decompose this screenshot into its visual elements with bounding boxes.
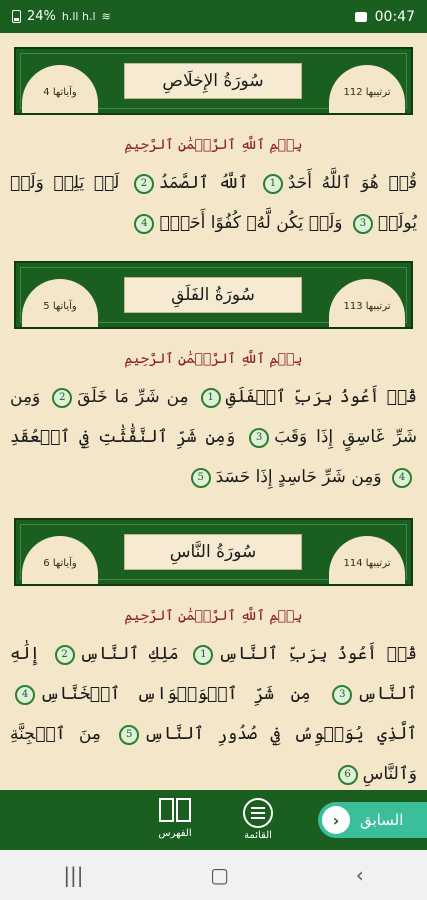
battery-icon: [12, 10, 21, 23]
sura-header-ikhlas: وآياتها 4 سُورَةُ الإِخلَاصِ ترتيبها 112: [14, 47, 413, 115]
sura-title: سُورَةُ النَّاسِ: [124, 534, 302, 570]
verse-text: ٱلَّذِي يُوَسۡوِسُ فِي صُدُورِ ٱلنَّاسِ: [144, 724, 417, 744]
verse-text: ٱللَّهُ ٱلصَّمَدُ: [158, 173, 249, 193]
back-icon[interactable]: ‹: [356, 863, 364, 887]
verse-text: وَلَمۡ يَكُن لَّهُۥ كُفُوًا أَحَدُۢ: [159, 213, 343, 233]
status-bar: 24% h.ll h.l ≋ 00:47: [0, 0, 427, 33]
sura-content[interactable]: وآياتها 4 سُورَةُ الإِخلَاصِ ترتيبها 112…: [0, 33, 427, 790]
list-button[interactable]: القائمة: [228, 798, 288, 841]
ayah-number-icon: 1: [262, 173, 283, 194]
verse-text: وَمِن شَرِّ ٱلنَّفَّٰثَٰتِ فِي ٱلۡعُقَدِ: [10, 427, 236, 447]
sura-header-falaq: وآياتها 5 سُورَةُ الفَلَقِ ترتيبها 113: [14, 261, 413, 329]
ayah-number-icon: 5: [190, 467, 211, 488]
system-navigation-bar: ||| ▢ ‹: [0, 850, 427, 900]
basmala: بِسۡمِ ٱللَّهِ ٱلرَّحۡمَٰنِ ٱلرَّحِيمِ: [124, 137, 303, 153]
previous-button[interactable]: › السابق: [318, 802, 427, 838]
verse-text: وَمِن شَرِّ حَاسِدٍ إِذَا حَسَدَ: [215, 467, 382, 487]
ayah-number-icon: 5: [119, 724, 140, 745]
book-icon: [158, 798, 192, 826]
chevron-right-icon: ›: [322, 806, 350, 834]
verse-block: قُلۡ هُوَ ٱللَّهُ أَحَدٌ1 ٱللَّهُ ٱلصَّم…: [10, 163, 417, 243]
ayah-number-icon: 3: [352, 213, 373, 234]
sura-header-nas: وآياتها 6 سُورَةُ النَّاسِ ترتيبها 114: [14, 518, 413, 586]
message-icon: [354, 11, 367, 22]
basmala: بِسۡمِ ٱللَّهِ ٱلرَّحۡمَٰنِ ٱلرَّحِيمِ: [124, 351, 303, 367]
sura-title: سُورَةُ الإِخلَاصِ: [124, 63, 302, 99]
verse-block: قُلۡ أَعُوذُ بِرَبِّ ٱلنَّاسِ1 مَلِكِ ٱل…: [10, 634, 417, 790]
verse-text: قُلۡ أَعُوذُ بِرَبِّ ٱلۡفَلَقِ: [225, 387, 418, 407]
bottom-toolbar: الفهرس القائمة › السابق: [0, 790, 427, 850]
verse-block: قُلۡ أَعُوذُ بِرَبِّ ٱلۡفَلَقِ1 مِن شَرِ…: [10, 377, 417, 497]
ayah-number-icon: 6: [337, 764, 358, 785]
wifi-icon: ≋: [101, 10, 111, 23]
battery-percent: 24%: [27, 9, 56, 24]
verse-text: قُلۡ أَعُوذُ بِرَبِّ ٱلنَّاسِ: [218, 644, 418, 664]
recent-apps-icon[interactable]: |||: [63, 863, 83, 887]
verse-text: مَلِكِ ٱلنَّاسِ: [79, 644, 179, 664]
ayah-number-icon: 4: [134, 213, 155, 234]
sura-title: سُورَةُ الفَلَقِ: [124, 277, 302, 313]
list-label: القائمة: [244, 830, 272, 841]
verse-text: مِن شَرِّ ٱلۡوَسۡوَاسِ ٱلۡخَنَّاسِ: [40, 684, 311, 704]
ayah-number-icon: 1: [200, 387, 221, 408]
ayah-number-icon: 1: [193, 644, 214, 665]
index-label: الفهرس: [158, 828, 192, 839]
home-icon[interactable]: ▢: [210, 863, 229, 887]
clock: 00:47: [374, 8, 415, 25]
menu-icon: [243, 798, 273, 828]
verse-text: مِن شَرِّ مَا خَلَقَ: [77, 387, 189, 407]
previous-label: السابق: [360, 811, 404, 829]
ayah-number-icon: 2: [52, 387, 73, 408]
ayah-number-icon: 2: [133, 173, 154, 194]
ayah-number-icon: 3: [332, 684, 353, 705]
index-button[interactable]: الفهرس: [145, 798, 205, 839]
ayah-number-icon: 4: [15, 684, 35, 705]
ayah-number-icon: 4: [392, 467, 412, 488]
verse-text: قُلۡ هُوَ ٱللَّهُ أَحَدٌ: [287, 173, 418, 193]
ayah-number-icon: 3: [249, 427, 270, 448]
ayah-number-icon: 2: [54, 644, 75, 665]
basmala: بِسۡمِ ٱللَّهِ ٱلرَّحۡمَٰنِ ٱلرَّحِيمِ: [124, 608, 303, 624]
signal-icon: h.ll h.l: [61, 10, 96, 23]
